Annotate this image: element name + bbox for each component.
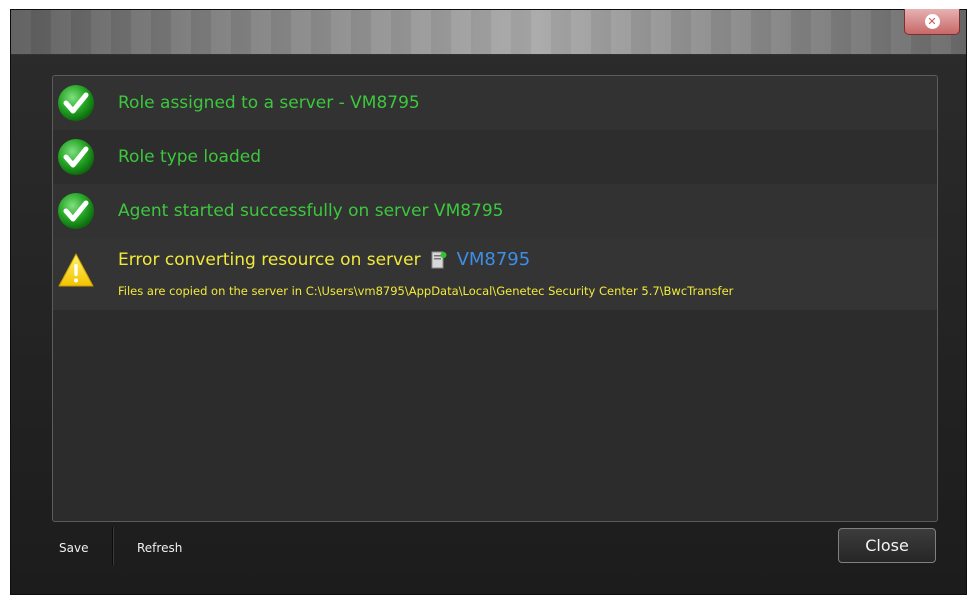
server-link[interactable]: VM8795 <box>457 249 531 270</box>
warning-detail: Files are copied on the server in C:\Use… <box>118 284 734 298</box>
log-panel: Role assigned to a server - VM8795 Role … <box>52 75 938 522</box>
close-button[interactable]: Close <box>838 528 936 563</box>
warning-title: Error converting resource on server VM87… <box>118 249 530 270</box>
check-icon <box>58 85 94 121</box>
check-icon <box>58 193 94 229</box>
log-item-warning: Error converting resource on server VM87… <box>53 238 937 310</box>
title-bar[interactable] <box>11 10 966 55</box>
refresh-button[interactable]: Refresh <box>137 541 182 555</box>
log-item-text: Role assigned to a server - VM8795 <box>118 93 420 113</box>
log-item: Role assigned to a server - VM8795 <box>53 76 937 130</box>
window-close-button[interactable]: ✕ <box>904 9 960 35</box>
warning-icon <box>58 253 94 287</box>
footer-divider <box>112 527 113 565</box>
save-button[interactable]: Save <box>59 541 88 555</box>
check-icon <box>58 139 94 175</box>
log-item-text: Role type loaded <box>118 147 261 167</box>
server-icon <box>431 251 447 268</box>
dialog-window: ✕ Role assigned to a server - VM8795 Rol… <box>10 9 967 595</box>
warning-title-text: Error converting resource on server <box>118 249 421 270</box>
log-item: Role type loaded <box>53 130 937 184</box>
log-item-text: Agent started successfully on server VM8… <box>118 201 504 221</box>
close-icon: ✕ <box>924 14 940 29</box>
close-button-label: Close <box>865 536 909 555</box>
log-item: Agent started successfully on server VM8… <box>53 184 937 238</box>
